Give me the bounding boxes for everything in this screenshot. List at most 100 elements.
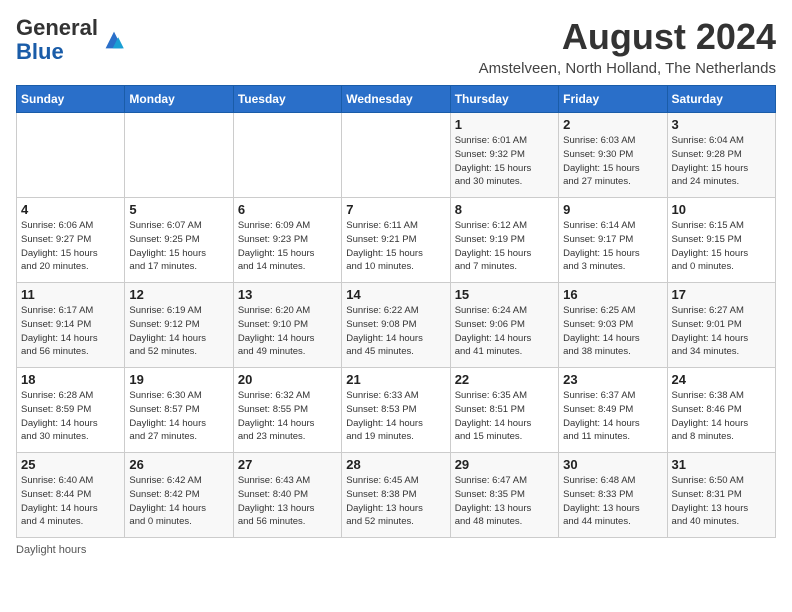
- day-number: 18: [21, 372, 120, 387]
- day-info: Sunrise: 6:48 AM Sunset: 8:33 PM Dayligh…: [563, 474, 662, 529]
- calendar-cell: 7Sunrise: 6:11 AM Sunset: 9:21 PM Daylig…: [342, 198, 450, 283]
- day-number: 12: [129, 287, 228, 302]
- day-number: 15: [455, 287, 554, 302]
- calendar-week-row: 1 Sunrise: 6:01 AM Sunset: 9:32 PM Daylig…: [17, 113, 776, 198]
- calendar-cell: 19Sunrise: 6:30 AM Sunset: 8:57 PM Dayli…: [125, 368, 233, 453]
- day-info: Sunrise: 6:42 AM Sunset: 8:42 PM Dayligh…: [129, 474, 228, 529]
- day-info: Sunrise: 6:38 AM Sunset: 8:46 PM Dayligh…: [672, 389, 771, 444]
- day-info: Sunrise: 6:40 AM Sunset: 8:44 PM Dayligh…: [21, 474, 120, 529]
- calendar-cell: 5 Sunrise: 6:07 AM Sunset: 9:25 PM Daylig…: [125, 198, 233, 283]
- day-info: Sunrise: 6:25 AM Sunset: 9:03 PM Dayligh…: [563, 304, 662, 359]
- day-info: Sunrise: 6:07 AM Sunset: 9:25 PM Dayligh…: [129, 219, 228, 274]
- day-number: 1: [455, 117, 554, 132]
- day-number: 21: [346, 372, 445, 387]
- day-info: Sunrise: 6:14 AM Sunset: 9:17 PM Dayligh…: [563, 219, 662, 274]
- day-info: Sunrise: 6:50 AM Sunset: 8:31 PM Dayligh…: [672, 474, 771, 529]
- day-number: 11: [21, 287, 120, 302]
- day-info: Sunrise: 6:30 AM Sunset: 8:57 PM Dayligh…: [129, 389, 228, 444]
- calendar-cell: 27 Sunrise: 6:43 AM Sunset: 8:40 PM Dayli…: [233, 453, 341, 538]
- day-number: 30: [563, 457, 662, 472]
- calendar-day-header: Tuesday: [233, 86, 341, 113]
- day-number: 3: [672, 117, 771, 132]
- calendar-cell: 20 Sunrise: 6:32 AM Sunset: 8:55 PM Dayli…: [233, 368, 341, 453]
- day-info: Sunrise: 6:24 AM Sunset: 9:06 PM Dayligh…: [455, 304, 554, 359]
- day-number: 28: [346, 457, 445, 472]
- calendar-day-header: Monday: [125, 86, 233, 113]
- calendar-cell: 28 Sunrise: 6:45 AM Sunset: 8:38 PM Dayli…: [342, 453, 450, 538]
- calendar-cell: 29 Sunrise: 6:47 AM Sunset: 8:35 PM Dayli…: [450, 453, 558, 538]
- day-info: Sunrise: 6:45 AM Sunset: 8:38 PM Dayligh…: [346, 474, 445, 529]
- day-number: 27: [238, 457, 337, 472]
- day-info: Sunrise: 6:01 AM Sunset: 9:32 PM Dayligh…: [455, 134, 554, 189]
- calendar-week-row: 11 Sunrise: 6:17 AM Sunset: 9:14 PM Dayli…: [17, 283, 776, 368]
- calendar-cell: 16 Sunrise: 6:25 AM Sunset: 9:03 PM Dayli…: [559, 283, 667, 368]
- calendar-day-header: Sunday: [17, 86, 125, 113]
- day-number: 14: [346, 287, 445, 302]
- logo-icon: [100, 26, 128, 54]
- day-number: 29: [455, 457, 554, 472]
- day-number: 4: [21, 202, 120, 217]
- calendar-header-row: SundayMondayTuesdayWednesdayThursdayFrid…: [17, 86, 776, 113]
- calendar-day-header: Saturday: [667, 86, 775, 113]
- calendar-cell: 2 Sunrise: 6:03 AM Sunset: 9:30 PM Daylig…: [559, 113, 667, 198]
- calendar-cell: 10 Sunrise: 6:15 AM Sunset: 9:15 PM Dayli…: [667, 198, 775, 283]
- day-number: 2: [563, 117, 662, 132]
- day-number: 16: [563, 287, 662, 302]
- day-number: 6: [238, 202, 337, 217]
- day-info: Sunrise: 6:12 AM Sunset: 9:19 PM Dayligh…: [455, 219, 554, 274]
- calendar-cell: 26 Sunrise: 6:42 AM Sunset: 8:42 PM Dayli…: [125, 453, 233, 538]
- day-number: 5: [129, 202, 228, 217]
- day-number: 31: [672, 457, 771, 472]
- calendar-week-row: 4 Sunrise: 6:06 AM Sunset: 9:27 PM Daylig…: [17, 198, 776, 283]
- day-info: Sunrise: 6:27 AM Sunset: 9:01 PM Dayligh…: [672, 304, 771, 359]
- logo-general-text: General: [16, 15, 98, 40]
- calendar-cell: 17 Sunrise: 6:27 AM Sunset: 9:01 PM Dayli…: [667, 283, 775, 368]
- day-info: Sunrise: 6:22 AM Sunset: 9:08 PM Dayligh…: [346, 304, 445, 359]
- day-info: Sunrise: 6:20 AM Sunset: 9:10 PM Dayligh…: [238, 304, 337, 359]
- day-info: Sunrise: 6:06 AM Sunset: 9:27 PM Dayligh…: [21, 219, 120, 274]
- day-info: Sunrise: 6:03 AM Sunset: 9:30 PM Dayligh…: [563, 134, 662, 189]
- calendar-cell: 30 Sunrise: 6:48 AM Sunset: 8:33 PM Dayli…: [559, 453, 667, 538]
- day-number: 8: [455, 202, 554, 217]
- day-info: Sunrise: 6:47 AM Sunset: 8:35 PM Dayligh…: [455, 474, 554, 529]
- day-info: Sunrise: 6:19 AM Sunset: 9:12 PM Dayligh…: [129, 304, 228, 359]
- month-year-title: August 2024: [479, 16, 776, 58]
- day-info: Sunrise: 6:09 AM Sunset: 9:23 PM Dayligh…: [238, 219, 337, 274]
- location-subtitle: Amstelveen, North Holland, The Netherlan…: [479, 60, 776, 77]
- calendar-day-header: Thursday: [450, 86, 558, 113]
- logo: General Blue: [16, 16, 128, 64]
- day-info: Sunrise: 6:35 AM Sunset: 8:51 PM Dayligh…: [455, 389, 554, 444]
- day-info: Sunrise: 6:28 AM Sunset: 8:59 PM Dayligh…: [21, 389, 120, 444]
- footnote: Daylight hours: [16, 544, 776, 556]
- day-info: Sunrise: 6:15 AM Sunset: 9:15 PM Dayligh…: [672, 219, 771, 274]
- page-header: General Blue August 2024 Amstelveen, Nor…: [16, 16, 776, 77]
- calendar-cell: 9 Sunrise: 6:14 AM Sunset: 9:17 PM Daylig…: [559, 198, 667, 283]
- calendar-cell: 1 Sunrise: 6:01 AM Sunset: 9:32 PM Daylig…: [450, 113, 558, 198]
- calendar-cell: 13Sunrise: 6:20 AM Sunset: 9:10 PM Dayli…: [233, 283, 341, 368]
- calendar-week-row: 25Sunrise: 6:40 AM Sunset: 8:44 PM Dayli…: [17, 453, 776, 538]
- calendar-cell: [342, 113, 450, 198]
- day-number: 22: [455, 372, 554, 387]
- calendar-cell: 23Sunrise: 6:37 AM Sunset: 8:49 PM Dayli…: [559, 368, 667, 453]
- calendar-cell: 15 Sunrise: 6:24 AM Sunset: 9:06 PM Dayli…: [450, 283, 558, 368]
- day-number: 20: [238, 372, 337, 387]
- day-info: Sunrise: 6:43 AM Sunset: 8:40 PM Dayligh…: [238, 474, 337, 529]
- day-info: Sunrise: 6:11 AM Sunset: 9:21 PM Dayligh…: [346, 219, 445, 274]
- calendar-cell: 22 Sunrise: 6:35 AM Sunset: 8:51 PM Dayli…: [450, 368, 558, 453]
- calendar-cell: [17, 113, 125, 198]
- day-number: 10: [672, 202, 771, 217]
- calendar-cell: 4 Sunrise: 6:06 AM Sunset: 9:27 PM Daylig…: [17, 198, 125, 283]
- day-info: Sunrise: 6:33 AM Sunset: 8:53 PM Dayligh…: [346, 389, 445, 444]
- title-block: August 2024 Amstelveen, North Holland, T…: [479, 16, 776, 77]
- calendar-cell: 24Sunrise: 6:38 AM Sunset: 8:46 PM Dayli…: [667, 368, 775, 453]
- calendar-cell: 21 Sunrise: 6:33 AM Sunset: 8:53 PM Dayli…: [342, 368, 450, 453]
- day-number: 26: [129, 457, 228, 472]
- day-info: Sunrise: 6:32 AM Sunset: 8:55 PM Dayligh…: [238, 389, 337, 444]
- day-number: 17: [672, 287, 771, 302]
- day-number: 23: [563, 372, 662, 387]
- calendar-cell: [233, 113, 341, 198]
- day-number: 9: [563, 202, 662, 217]
- calendar-cell: 31 Sunrise: 6:50 AM Sunset: 8:31 PM Dayli…: [667, 453, 775, 538]
- day-info: Sunrise: 6:17 AM Sunset: 9:14 PM Dayligh…: [21, 304, 120, 359]
- calendar-table: SundayMondayTuesdayWednesdayThursdayFrid…: [16, 85, 776, 538]
